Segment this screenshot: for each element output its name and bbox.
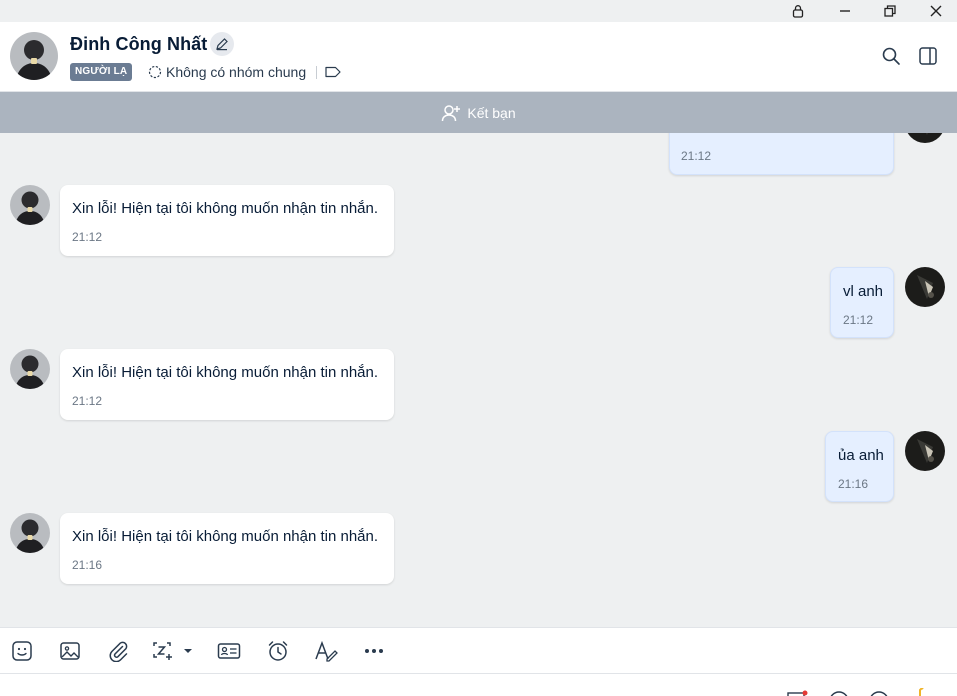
reminder-button[interactable] — [265, 638, 291, 664]
reminder-icon — [268, 641, 288, 661]
conversation-header: Đinh Công Nhất NGƯỜI LẠ Không có nhóm ch… — [0, 22, 957, 92]
add-friend-bar[interactable]: Kết bạn — [0, 92, 957, 133]
message-input-area[interactable] — [0, 674, 957, 696]
image-button[interactable] — [57, 638, 83, 664]
common-groups-info[interactable]: Không có nhóm chung — [166, 63, 306, 81]
message-time: 21:12 — [843, 313, 874, 327]
minimize-button[interactable] — [822, 0, 868, 22]
message-bubble-incoming[interactable]: Xin lỗi! Hiện tại tôi không muốn nhận ti… — [60, 513, 394, 584]
my-avatar[interactable] — [905, 431, 945, 471]
message-time: 21:12 — [72, 230, 103, 244]
close-icon — [930, 5, 942, 17]
message-time: 21:16 — [72, 558, 103, 572]
message-list[interactable]: 21:12 Xin lỗi! Hiện tại tôi không muốn n… — [0, 133, 957, 627]
message-bubble-incoming[interactable]: Xin lỗi! Hiện tại tôi không muốn nhận ti… — [60, 349, 394, 420]
sticker-button[interactable] — [9, 638, 35, 664]
add-friend-label: Kết bạn — [467, 104, 516, 121]
lock-button[interactable] — [775, 0, 821, 22]
composer-toolbar — [0, 627, 957, 674]
message-bubble-outgoing[interactable]: vl anh 21:12 — [830, 267, 894, 338]
header-divider — [316, 66, 317, 79]
add-user-icon — [442, 104, 461, 121]
contact-message-avatar[interactable] — [10, 349, 50, 389]
window-titlebar — [0, 0, 957, 22]
my-avatar[interactable] — [905, 133, 945, 143]
message-bubble-incoming[interactable]: Xin lỗi! Hiện tại tôi không muốn nhận ti… — [60, 185, 394, 256]
business-card-icon — [217, 643, 241, 659]
business-card-button[interactable] — [216, 638, 242, 664]
message-text: Xin lỗi! Hiện tại tôi không muốn nhận ti… — [72, 200, 379, 217]
restore-icon — [884, 5, 896, 17]
mention-icon[interactable] — [868, 690, 890, 696]
message-text: Xin lỗi! Hiện tại tôi không muốn nhận ti… — [72, 364, 379, 381]
like-icon[interactable] — [914, 688, 930, 696]
group-icon — [148, 65, 162, 79]
attachment-button[interactable] — [105, 638, 131, 664]
message-bubble-outgoing[interactable]: 21:12 — [669, 133, 894, 175]
message-text: vl anh — [843, 283, 884, 300]
attachment-icon — [109, 641, 128, 662]
image-icon — [60, 642, 80, 660]
restore-button[interactable] — [867, 0, 913, 22]
message-text: Xin lỗi! Hiện tại tôi không muốn nhận ti… — [72, 528, 379, 545]
pencil-icon — [216, 38, 228, 51]
lock-icon — [792, 5, 804, 18]
stranger-badge: NGƯỜI LẠ — [70, 63, 133, 81]
quick-message-icon[interactable] — [785, 690, 809, 696]
search-icon[interactable] — [881, 46, 901, 66]
tag-icon[interactable] — [324, 65, 342, 79]
contact-avatar[interactable] — [10, 32, 58, 80]
minimize-icon — [840, 10, 850, 12]
edit-name-button[interactable] — [210, 32, 234, 56]
message-time: 21:16 — [838, 477, 869, 491]
message-time: 21:12 — [72, 394, 103, 408]
my-avatar[interactable] — [905, 267, 945, 307]
contact-message-avatar[interactable] — [10, 185, 50, 225]
more-icon — [365, 649, 383, 653]
message-time: 21:12 — [681, 149, 712, 163]
contact-message-avatar[interactable] — [10, 513, 50, 553]
screenshot-button[interactable] — [151, 638, 197, 664]
contact-name[interactable]: Đinh Công Nhất — [70, 34, 207, 55]
screenshot-icon — [153, 642, 192, 660]
text-format-icon — [315, 640, 338, 662]
message-text: ủa anh — [838, 447, 884, 464]
text-format-button[interactable] — [313, 638, 339, 664]
sticker-icon — [12, 641, 32, 661]
emoji-icon[interactable] — [828, 690, 850, 696]
close-button[interactable] — [913, 0, 957, 22]
message-bubble-outgoing[interactable]: ủa anh 21:16 — [825, 431, 894, 502]
sidebar-toggle-icon[interactable] — [918, 46, 938, 66]
more-options-button[interactable] — [361, 638, 387, 664]
